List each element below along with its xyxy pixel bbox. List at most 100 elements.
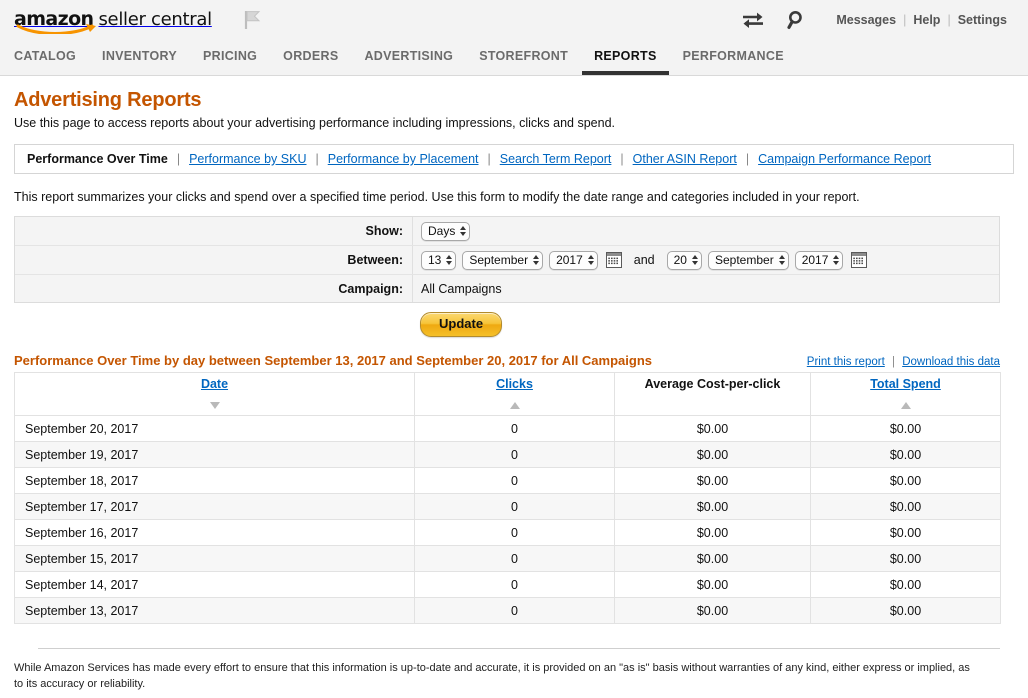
cell-spend: $0.00 [810,545,1001,573]
cell-spend: $0.00 [810,467,1001,495]
masthead-links: Messages | Help | Settings [829,13,1014,27]
start-date-calendar-icon[interactable] [605,252,622,268]
end-year-select[interactable]: 2017 [794,250,844,270]
nav-item-pricing[interactable]: PRICING [191,40,269,75]
nav-item-catalog[interactable]: CATALOG [14,40,88,75]
download-this-data-link[interactable]: Download this data [902,356,1000,368]
cell-spend: $0.00 [810,519,1001,547]
cell-cpc: $0.00 [614,441,811,469]
stepper-arrows-icon [460,226,467,236]
table-head: Date Clicks Average Cost-per-click Total… [14,372,1001,417]
results-title: Performance Over Time by day between Sep… [14,353,652,369]
form-row-campaign: Campaign: All Campaigns [15,275,999,302]
cell-clicks: 0 [414,493,615,521]
sort-by-date-link[interactable]: Date [201,377,228,391]
page-title: Advertising Reports [14,89,202,111]
cell-clicks: 0 [414,545,615,573]
report-filter-form: Show: Days Between: 13 September 2017 an… [14,216,1000,303]
cell-clicks: 0 [414,415,615,443]
start-day-value: 13 [428,253,442,267]
cell-date: September 18, 2017 [14,467,415,495]
sort-indicator-cpc [614,393,811,417]
stepper-arrows-icon [833,255,840,265]
table-row: September 20, 2017 0 $0.00 $0.00 [14,415,1001,443]
report-description: This report summarizes your clicks and s… [14,190,860,204]
column-header-date: Date [14,372,415,394]
tab-campaign-performance-report[interactable]: Campaign Performance Report [758,152,931,166]
switch-accounts-icon[interactable] [741,11,765,29]
sort-indicator-clicks[interactable] [414,393,615,417]
and-label: and [633,253,655,267]
messages-link[interactable]: Messages [829,13,903,27]
show-period-select[interactable]: Days [421,221,471,241]
cell-cpc: $0.00 [614,493,811,521]
settings-link[interactable]: Settings [951,13,1014,27]
page-subtitle: Use this page to access reports about yo… [14,116,616,130]
nav-item-advertising[interactable]: ADVERTISING [352,40,465,75]
table-sort-indicator-row [14,393,1001,417]
help-link[interactable]: Help [906,13,947,27]
form-row-between: Between: 13 September 2017 and 20 Septem… [15,246,999,275]
start-year-select[interactable]: 2017 [549,250,598,270]
tab-performance-by-placement[interactable]: Performance by Placement [328,152,479,166]
performance-table: Date Clicks Average Cost-per-click Total… [14,372,1001,625]
end-month-select[interactable]: September [707,250,789,270]
table-row: September 18, 2017 0 $0.00 $0.00 [14,467,1001,495]
update-button-row: Update [14,312,1000,338]
campaign-value: All Campaigns [421,281,502,296]
nav-item-inventory[interactable]: INVENTORY [90,40,189,75]
amazon-seller-central-logo[interactable]: amazon seller central [14,9,212,34]
start-day-select[interactable]: 13 [421,250,457,270]
update-button[interactable]: Update [420,312,503,338]
sort-indicator-total-spend[interactable] [810,393,1001,417]
nav-item-performance[interactable]: PERFORMANCE [671,40,796,75]
end-date-calendar-icon[interactable] [851,252,868,268]
cell-cpc: $0.00 [614,415,811,443]
show-field: Days [413,217,999,245]
stepper-arrows-icon [533,255,540,265]
table-row: September 16, 2017 0 $0.00 $0.00 [14,519,1001,547]
results-header: Performance Over Time by day between Sep… [14,353,1000,368]
end-day-select[interactable]: 20 [666,250,702,270]
sort-by-total-spend-link[interactable]: Total Spend [870,377,941,391]
print-this-report-link[interactable]: Print this report [807,356,885,368]
cell-clicks: 0 [414,597,615,625]
nav-item-reports[interactable]: REPORTS [582,40,669,75]
end-year-value: 2017 [801,253,829,267]
tab-separator-3: | [487,152,491,166]
cell-clicks: 0 [414,571,615,599]
tab-separator-1: | [176,152,181,166]
footer-divider [38,648,1000,650]
nav-item-storefront[interactable]: STOREFRONT [467,40,580,75]
stepper-arrows-icon [587,255,594,265]
show-label: Show: [15,217,413,245]
results-actions: Print this report | Download this data [807,356,1000,368]
tab-search-term-report[interactable]: Search Term Report [500,152,612,166]
cell-spend: $0.00 [810,441,1001,469]
footer-disclaimer: While Amazon Services has made every eff… [14,662,970,691]
tab-separator-5: | [745,152,750,166]
end-month-value: September [714,253,774,267]
stepper-arrows-icon [778,255,785,265]
start-month-value: September [469,253,529,267]
show-period-value: Days [428,224,456,238]
tab-performance-by-sku[interactable]: Performance by SKU [189,152,306,166]
cell-date: September 20, 2017 [14,415,415,443]
cell-date: September 13, 2017 [14,597,415,625]
search-icon[interactable] [787,10,807,30]
cell-cpc: $0.00 [614,519,811,547]
start-month-select[interactable]: September [462,250,544,270]
sort-ascending-icon [900,401,911,409]
sort-indicator-date[interactable] [14,393,415,417]
table-body: September 20, 2017 0 $0.00 $0.00 Septemb… [14,415,1001,625]
cell-cpc: $0.00 [614,467,811,495]
nav-item-orders[interactable]: ORDERS [271,40,350,75]
cell-spend: $0.00 [810,597,1001,625]
table-row: September 19, 2017 0 $0.00 $0.00 [14,441,1001,469]
table-row: September 13, 2017 0 $0.00 $0.00 [14,597,1001,625]
report-tabs: Performance Over Time | Performance by S… [14,144,1014,174]
tab-other-asin-report[interactable]: Other ASIN Report [633,152,737,166]
column-header-average-cost-per-click: Average Cost-per-click [614,372,811,394]
flag-icon[interactable] [242,9,262,31]
sort-by-clicks-link[interactable]: Clicks [496,377,533,391]
